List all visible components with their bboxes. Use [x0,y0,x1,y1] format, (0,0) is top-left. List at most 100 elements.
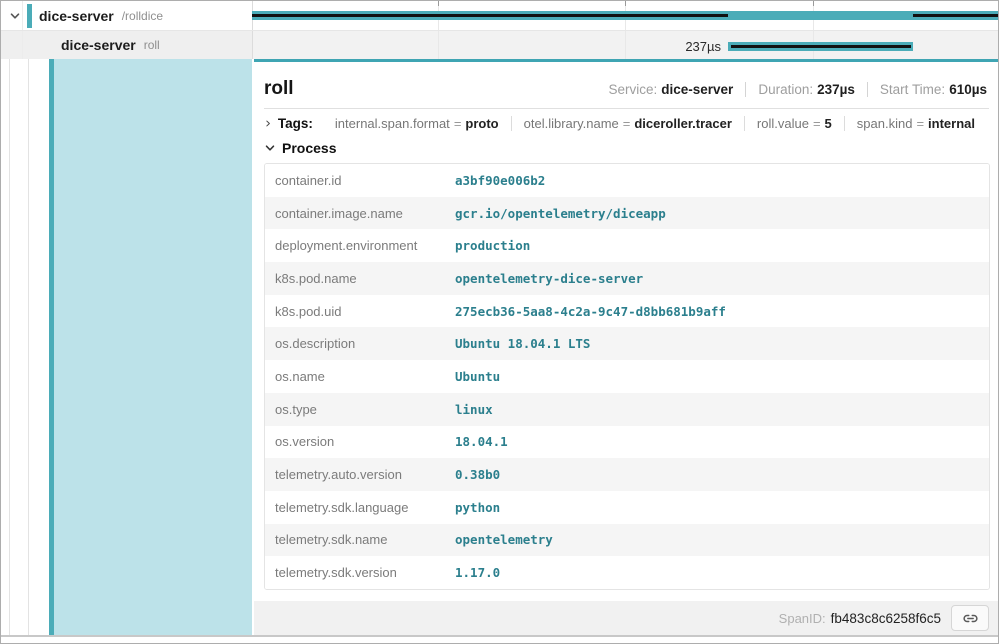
row-key: container.id [265,173,445,188]
table-row: os.typelinux [265,393,989,426]
chevron-down-icon [264,142,276,154]
span-row-parent[interactable]: dice-server /rolldice [1,1,252,30]
process-table: container.ida3bf90e006b2 container.image… [264,163,990,590]
start-time-label: Start Time: [880,82,945,97]
tag-value: diceroller.tracer [634,116,732,131]
row-key: telemetry.sdk.version [265,565,445,580]
equals-sign: = [623,116,631,131]
chevron-right-icon [264,118,272,129]
meta-duration: Duration: 237µs [745,82,855,97]
table-row: k8s.pod.uid275ecb36-5aa8-4c2a-9c47-d8bb6… [265,295,989,328]
service-label: Service: [608,82,657,97]
row-key: k8s.pod.name [265,271,445,286]
duration-value: 237µs [817,82,855,97]
table-row: telemetry.auto.version0.38b0 [265,458,989,491]
table-row: container.ida3bf90e006b2 [265,164,989,197]
tag-value: proto [465,116,498,131]
row-key: k8s.pod.uid [265,304,445,319]
row-value: python [445,500,510,515]
meta-start-time: Start Time: 610µs [867,82,987,97]
tag-item: otel.library.name =diceroller.tracer [511,116,744,131]
tag-key: roll.value [757,116,809,131]
spanid-label: SpanID: [779,611,826,626]
row-key: telemetry.sdk.name [265,532,445,547]
row-key: telemetry.auto.version [265,467,445,482]
table-row: os.version18.04.1 [265,426,989,459]
row-key: telemetry.sdk.language [265,500,445,515]
tags-label: Tags: [278,116,313,131]
tag-key: span.kind [857,116,913,131]
table-row: container.image.namegcr.io/opentelemetry… [265,197,989,230]
row-value: production [445,238,540,253]
process-label: Process [282,140,336,156]
equals-sign: = [916,116,924,131]
tag-item: internal.span.format =proto [323,116,511,131]
meta-service: Service: dice-server [608,82,733,97]
link-icon [962,610,979,627]
row-key: os.type [265,402,445,417]
tag-item: span.kind= internal [844,116,987,131]
span-meta: Service: dice-server Duration: 237µs Start… [608,82,987,97]
span-operation-name: roll [144,38,160,52]
equals-sign: = [813,116,821,131]
span-operation-name: /rolldice [122,9,163,23]
row-value: 1.17.0 [445,565,510,580]
chevron-down-icon [9,10,21,22]
tag-key: internal.span.format [335,116,450,131]
duration-label: 237µs [601,39,721,54]
span-detail-panel: roll Service: dice-server Duration: 237µs … [254,59,999,635]
jaeger-trace-view: dice-server /rolldice dice-server roll 2… [0,0,999,644]
tags-summary-row[interactable]: Tags: internal.span.format=proto otel.li… [254,109,999,127]
detail-accent-bar[interactable] [49,33,54,635]
row-key: os.version [265,434,445,449]
row-value: Ubuntu [445,369,510,384]
deep-link-button[interactable] [951,605,989,631]
row-key: deployment.environment [265,238,445,253]
span-bar-self-overlay [913,14,999,17]
service-value: dice-server [661,82,733,97]
duration-label: Duration: [758,82,813,97]
row-value: 18.04.1 [445,434,518,449]
span-detail-header: roll Service: dice-server Duration: 237µs … [254,62,999,100]
table-row: telemetry.sdk.nameopentelemetry [265,524,989,557]
span-service-name: dice-server [61,37,136,53]
equals-sign: = [454,116,462,131]
start-time-value: 610µs [949,82,987,97]
detail-accent-fill[interactable] [54,59,252,635]
bottom-divider [1,635,999,637]
table-row: os.nameUbuntu [265,360,989,393]
table-row: deployment.environmentproduction [265,229,989,262]
service-color-bar [27,4,32,28]
row-key: os.description [265,336,445,351]
tag-key: otel.library.name [524,116,619,131]
row-key: container.image.name [265,206,445,221]
span-row-child[interactable]: dice-server roll [1,30,252,59]
table-row: k8s.pod.nameopentelemetry-dice-server [265,262,989,295]
ruler-tick [813,1,814,6]
row-value: 275ecb36-5aa8-4c2a-9c47-d8bb681b9aff [445,304,736,319]
tree-guide-line [9,59,10,635]
tag-value: 5 [825,116,832,131]
row-value: Ubuntu 18.04.1 LTS [445,336,600,351]
span-service-name: dice-server [39,8,114,24]
row-value: linux [445,402,503,417]
row-value: a3bf90e006b2 [445,173,555,188]
row-value: gcr.io/opentelemetry/diceapp [445,206,676,221]
process-section-toggle[interactable]: Process [254,127,999,157]
row-value: 0.38b0 [445,467,510,482]
span-name-title: roll [264,78,294,100]
row-key: os.name [265,369,445,384]
tag-value: internal [928,116,975,131]
table-row: telemetry.sdk.languagepython [265,491,989,524]
span-bar-self-overlay [731,45,911,48]
spanid-value: fb483c8c6258f6c5 [831,611,941,626]
detail-footer: SpanID: fb483c8c6258f6c5 [254,601,999,635]
collapse-children-button[interactable] [8,9,22,23]
row-value: opentelemetry [445,532,563,547]
table-row: telemetry.sdk.version1.17.0 [265,556,989,589]
span-rows: dice-server /rolldice dice-server roll 2… [1,1,999,59]
tag-item: roll.value = 5 [744,116,844,131]
row-value: opentelemetry-dice-server [445,271,653,286]
tree-guide-line [28,59,29,635]
table-row: os.descriptionUbuntu 18.04.1 LTS [265,327,989,360]
